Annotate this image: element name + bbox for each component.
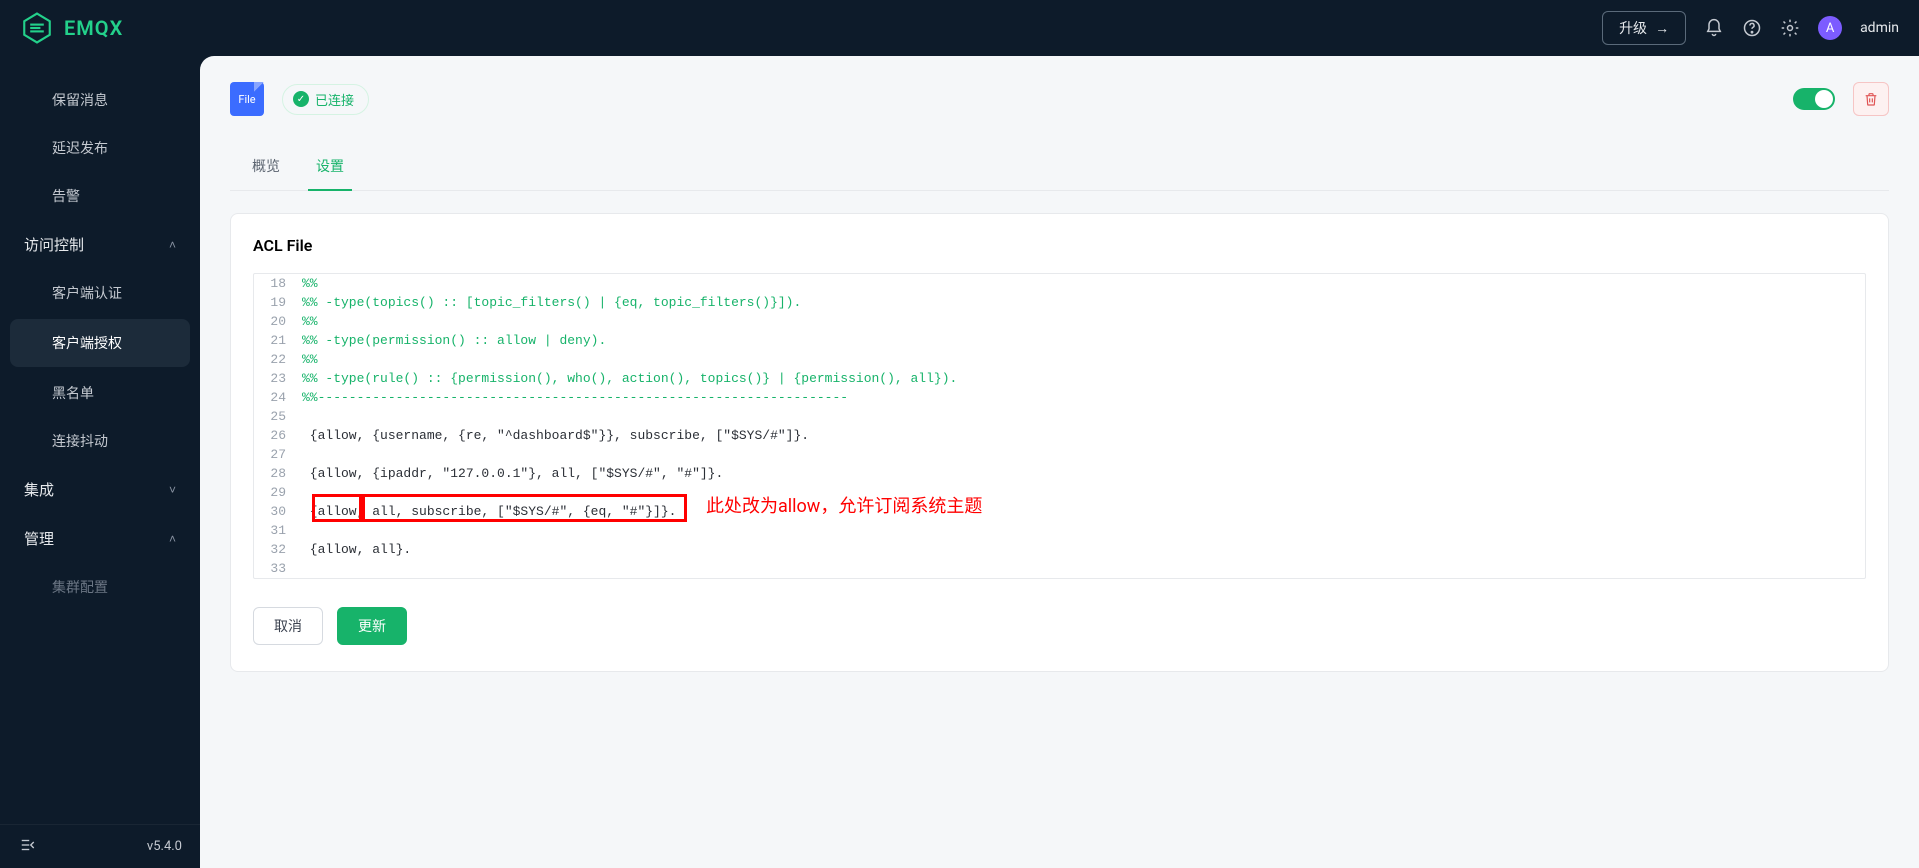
main: File ✓ 已连接 概览设置 ACL File 18%%19%% -type(… <box>200 56 1919 868</box>
code-line: 26 {allow, {username, {re, "^dashboard$"… <box>254 426 1865 445</box>
connection-status-badge: ✓ 已连接 <box>282 84 369 115</box>
gear-icon[interactable] <box>1780 18 1800 38</box>
sidebar-item-6[interactable]: 黑名单 <box>0 369 200 417</box>
line-number: 21 <box>254 331 302 350</box>
code-text: %% -type(permission() :: allow | deny). <box>302 331 1865 350</box>
sidebar-item-5[interactable]: 客户端授权 <box>10 319 190 367</box>
chevron-up-icon: ˄ <box>169 238 176 252</box>
sidebar-section-label: 访问控制 <box>24 234 84 255</box>
sidebar-item-10[interactable]: 集群配置 <box>0 563 200 611</box>
code-line: 25 <box>254 407 1865 426</box>
code-text: %% <box>302 350 1865 369</box>
code-text <box>302 483 1865 502</box>
sidebar-item-4[interactable]: 客户端认证 <box>0 269 200 317</box>
logo[interactable]: EMQX <box>20 11 123 45</box>
sidebar-section-8[interactable]: 集成 ˅ <box>0 465 200 514</box>
line-number: 20 <box>254 312 302 331</box>
collapse-icon[interactable] <box>18 836 36 858</box>
avatar[interactable]: A <box>1818 16 1842 40</box>
line-number: 28 <box>254 464 302 483</box>
tab-0[interactable]: 概览 <box>252 146 280 190</box>
tab-1[interactable]: 设置 <box>316 146 344 190</box>
arrow-right-icon: → <box>1655 20 1669 36</box>
line-number: 26 <box>254 426 302 445</box>
code-text: {allow, all, subscribe, ["$SYS/#", {eq, … <box>302 502 1865 521</box>
username: admin <box>1860 20 1899 36</box>
sidebar-section-label: 集成 <box>24 479 54 500</box>
code-text <box>302 559 1865 578</box>
topbar: EMQX 升级 → A admin <box>0 0 1919 56</box>
line-number: 25 <box>254 407 302 426</box>
enable-toggle[interactable] <box>1793 88 1835 110</box>
logo-icon <box>20 11 54 45</box>
file-badge: File <box>230 82 264 116</box>
chevron-up-icon: ˄ <box>169 532 176 546</box>
code-text: %% -type(rule() :: {permission(), who(),… <box>302 369 1865 388</box>
check-icon: ✓ <box>293 91 309 107</box>
bell-icon[interactable] <box>1704 18 1724 38</box>
version-label: v5.4.0 <box>147 839 182 854</box>
help-icon[interactable] <box>1742 18 1762 38</box>
upgrade-button[interactable]: 升级 → <box>1602 11 1686 45</box>
button-row: 取消 更新 <box>253 607 1866 645</box>
update-button[interactable]: 更新 <box>337 607 407 645</box>
code-text <box>302 445 1865 464</box>
line-number: 27 <box>254 445 302 464</box>
sidebar: 保留消息延迟发布告警访问控制 ˄ 客户端认证客户端授权黑名单连接抖动集成 ˅ 管理 ˄ 集群… <box>0 56 200 868</box>
code-text <box>302 521 1865 540</box>
line-number: 32 <box>254 540 302 559</box>
code-line: 19%% -type(topics() :: [topic_filters() … <box>254 293 1865 312</box>
sidebar-section-9[interactable]: 管理 ˄ <box>0 514 200 563</box>
sidebar-section-label: 管理 <box>24 528 54 549</box>
code-line: 31 <box>254 521 1865 540</box>
authz-header: File ✓ 已连接 <box>230 82 1889 116</box>
sidebar-item-7[interactable]: 连接抖动 <box>0 417 200 465</box>
line-number: 22 <box>254 350 302 369</box>
code-line: 33 <box>254 559 1865 578</box>
code-text <box>302 407 1865 426</box>
line-number: 19 <box>254 293 302 312</box>
code-text: %% <box>302 274 1865 293</box>
line-number: 31 <box>254 521 302 540</box>
code-line: 23%% -type(rule() :: {permission(), who(… <box>254 369 1865 388</box>
delete-button[interactable] <box>1853 82 1889 116</box>
code-line: 32 {allow, all}. <box>254 540 1865 559</box>
code-line: 21%% -type(permission() :: allow | deny)… <box>254 331 1865 350</box>
code-text: %% <box>302 312 1865 331</box>
acl-code-editor[interactable]: 18%%19%% -type(topics() :: [topic_filter… <box>253 273 1866 579</box>
line-number: 24 <box>254 388 302 407</box>
sidebar-section-3[interactable]: 访问控制 ˄ <box>0 220 200 269</box>
line-number: 23 <box>254 369 302 388</box>
code-line: 24%%------------------------------------… <box>254 388 1865 407</box>
sidebar-item-1[interactable]: 延迟发布 <box>0 124 200 172</box>
cancel-button[interactable]: 取消 <box>253 607 323 645</box>
code-line: 30 {allow, all, subscribe, ["$SYS/#", {e… <box>254 502 1865 521</box>
line-number: 29 <box>254 483 302 502</box>
upgrade-label: 升级 <box>1619 18 1647 38</box>
line-number: 33 <box>254 559 302 578</box>
connection-status-label: 已连接 <box>315 90 354 109</box>
line-number: 30 <box>254 502 302 521</box>
code-text: {allow, {username, {re, "^dashboard$"}},… <box>302 426 1865 445</box>
line-number: 18 <box>254 274 302 293</box>
sidebar-footer: v5.4.0 <box>0 824 200 868</box>
code-line: 18%% <box>254 274 1865 293</box>
sidebar-item-0[interactable]: 保留消息 <box>0 76 200 124</box>
editor-title: ACL File <box>253 236 1866 255</box>
editor-card: ACL File 18%%19%% -type(topics() :: [top… <box>230 213 1889 672</box>
tabs: 概览设置 <box>230 146 1889 191</box>
code-text: %%--------------------------------------… <box>302 388 1865 407</box>
code-text: %% -type(topics() :: [topic_filters() | … <box>302 293 1865 312</box>
code-line: 28 {allow, {ipaddr, "127.0.0.1"}, all, [… <box>254 464 1865 483</box>
code-line: 20%% <box>254 312 1865 331</box>
brand-name: EMQX <box>64 16 123 40</box>
code-text: {allow, {ipaddr, "127.0.0.1"}, all, ["$S… <box>302 464 1865 483</box>
code-line: 27 <box>254 445 1865 464</box>
chevron-down-icon: ˅ <box>169 483 176 497</box>
code-line: 29 <box>254 483 1865 502</box>
topbar-right: 升级 → A admin <box>1602 11 1899 45</box>
code-line: 22%% <box>254 350 1865 369</box>
sidebar-item-2[interactable]: 告警 <box>0 172 200 220</box>
code-text: {allow, all}. <box>302 540 1865 559</box>
